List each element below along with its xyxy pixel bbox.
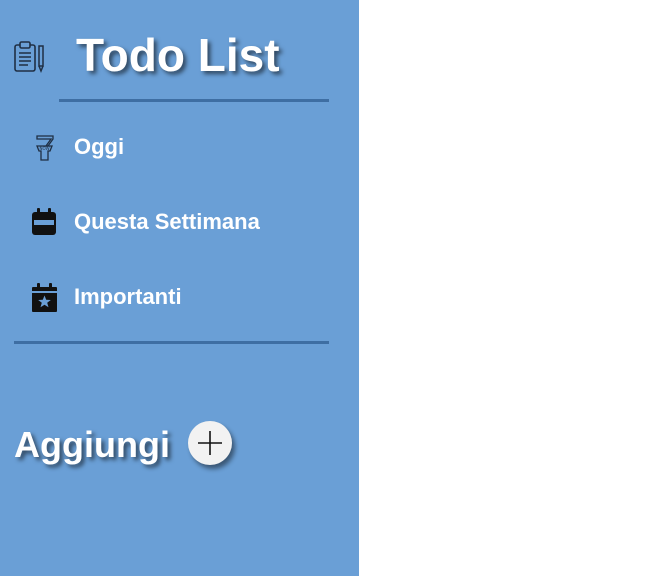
add-section: Aggiungi xyxy=(14,418,254,474)
nav-item-questa-settimana[interactable]: Questa Settimana xyxy=(0,197,359,247)
nav-label-questa-settimana: Questa Settimana xyxy=(74,209,260,234)
star-calendar-icon xyxy=(32,283,57,312)
header-divider xyxy=(59,99,329,102)
nav-label-oggi: Oggi xyxy=(74,134,125,159)
week-calendar-icon xyxy=(32,208,56,235)
add-label: Aggiungi xyxy=(14,424,170,465)
add-button[interactable] xyxy=(188,421,232,465)
nav-item-importanti[interactable]: Importanti xyxy=(0,272,359,322)
svg-text:NOW: NOW xyxy=(40,146,50,151)
plus-icon xyxy=(198,431,222,455)
sidebar: Todo List NOW Oggi Questa Settimana Impo… xyxy=(0,0,359,576)
today-calendar-icon: NOW xyxy=(36,135,54,161)
nav-divider xyxy=(14,341,329,344)
clipboard-list-icon xyxy=(14,41,44,74)
nav-item-oggi[interactable]: NOW Oggi xyxy=(0,122,359,172)
main-content-area xyxy=(359,0,664,576)
app-title: Todo List xyxy=(76,29,280,81)
sidebar-header: Todo List xyxy=(0,0,359,100)
nav-label-importanti: Importanti xyxy=(74,284,182,309)
